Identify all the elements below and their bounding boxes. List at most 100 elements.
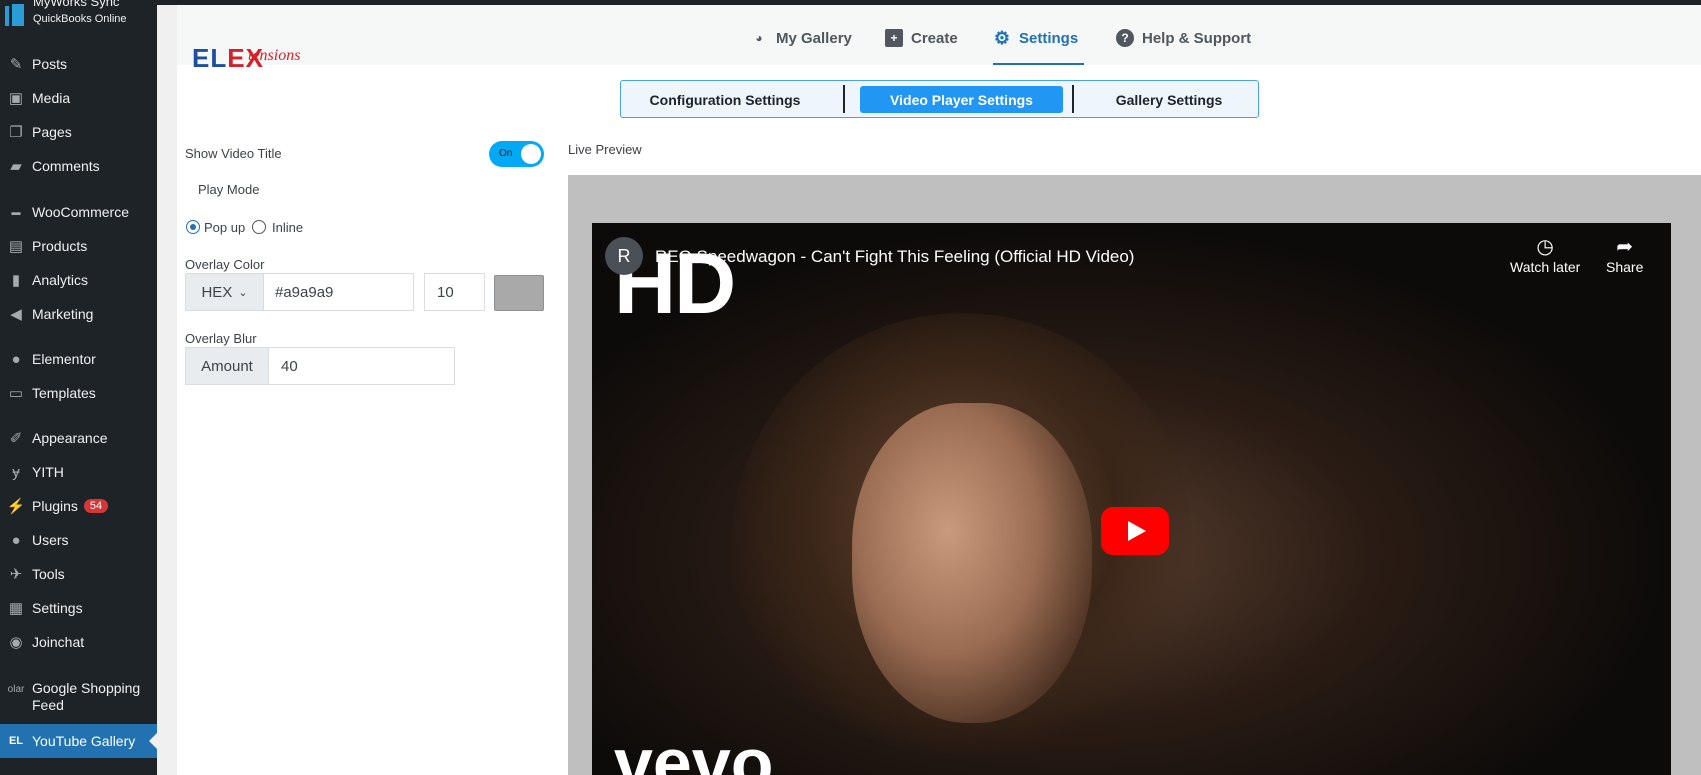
sidebar-item-yith[interactable]: ɏ YITH bbox=[0, 455, 157, 489]
folder-icon: ▭ bbox=[8, 385, 24, 402]
sidebar-item-analytics[interactable]: ▮ Analytics bbox=[0, 263, 157, 297]
sidebar-item-elementor[interactable]: ● Elementor bbox=[0, 342, 157, 376]
nav-create[interactable]: + Create bbox=[885, 29, 958, 47]
whatsapp-icon: ◉ bbox=[9, 634, 23, 651]
nav-help-support[interactable]: ? Help & Support bbox=[1116, 29, 1251, 47]
sidebar-item-templates[interactable]: ▭ Templates bbox=[0, 376, 157, 410]
youtube-video-player[interactable]: HD vevo R REO Speedwagon - Can't Fight T… bbox=[592, 223, 1671, 775]
sidebar-item-label: Comments bbox=[32, 158, 100, 174]
play-mode-popup-radio[interactable] bbox=[186, 220, 200, 234]
elex-icon: EL bbox=[8, 735, 24, 747]
tab-separator bbox=[843, 85, 845, 113]
toggle-on-text: On bbox=[499, 148, 513, 159]
tab-video-player-settings[interactable]: Video Player Settings bbox=[860, 86, 1063, 113]
sidebar-item-media[interactable]: ▣ Media bbox=[0, 81, 157, 115]
sidebar-item-marketing[interactable]: ◀ Marketing bbox=[0, 297, 157, 331]
tab-configuration-settings[interactable]: Configuration Settings bbox=[626, 86, 824, 113]
overlay-color-label: Overlay Color bbox=[185, 257, 265, 272]
plugin-header: ELEX tensions ◕ My Gallery + Create ⚙ Se… bbox=[177, 5, 1701, 73]
blur-amount-input[interactable]: 40 bbox=[268, 347, 455, 385]
sidebar-item-label: Media bbox=[32, 90, 71, 106]
myworks-logo-icon-bar bbox=[12, 4, 24, 26]
nav-active-underline bbox=[993, 63, 1084, 65]
channel-avatar[interactable]: R bbox=[605, 237, 643, 275]
sidebar-item-label: WooCommerce bbox=[32, 204, 129, 220]
pin-icon: ✎ bbox=[9, 56, 23, 73]
settings-tabs: Configuration Settings Video Player Sett… bbox=[620, 80, 1259, 118]
share-button[interactable]: ➦ Share bbox=[1606, 235, 1643, 275]
share-label: Share bbox=[1606, 259, 1644, 275]
share-arrow-icon: ➦ bbox=[1616, 236, 1634, 258]
toggle-knob bbox=[521, 144, 541, 164]
yith-icon: ɏ bbox=[12, 463, 20, 481]
sidebar-item-tools[interactable]: ✈ Tools bbox=[0, 557, 157, 591]
bar-chart-icon: ▮ bbox=[11, 272, 21, 289]
myworks-logo-icon bbox=[5, 6, 9, 26]
color-format-select[interactable]: HEX ⌄ bbox=[185, 273, 264, 311]
admin-sidebar: MyWorks Sync QuickBooks Online ✎ Posts ▣… bbox=[0, 0, 157, 775]
sidebar-item-google-shopping-feed[interactable]: olar Google Shopping Feed bbox=[0, 680, 157, 720]
nav-help-label: Help & Support bbox=[1142, 29, 1252, 47]
sidebar-item-posts[interactable]: ✎ Posts bbox=[0, 47, 157, 81]
overlay-opacity-input[interactable]: 10 bbox=[424, 273, 485, 311]
sidebar-item-woocommerce[interactable]: ▬ WooCommerce bbox=[0, 195, 157, 229]
woo-icon: ▬ bbox=[11, 207, 21, 217]
comment-icon: ▰ bbox=[10, 158, 22, 175]
nav-my-gallery[interactable]: ◕ My Gallery bbox=[750, 29, 852, 47]
sidebar-item-youtube-gallery[interactable]: EL YouTube Gallery bbox=[0, 724, 157, 758]
vevo-watermark: vevo bbox=[614, 724, 774, 775]
plugins-update-badge: 54 bbox=[83, 499, 109, 513]
products-icon: ▤ bbox=[8, 238, 24, 255]
sidebar-item-label: YITH bbox=[32, 464, 64, 480]
sidebar-item-appearance[interactable]: ✐ Appearance bbox=[0, 421, 157, 455]
olar-icon: olar bbox=[7, 684, 25, 695]
media-icon: ▣ bbox=[8, 90, 24, 107]
watch-later-button[interactable]: ◷ Watch later bbox=[1510, 235, 1580, 275]
sidebar-item-pages[interactable]: ❐ Pages bbox=[0, 115, 157, 149]
sidebar-myworks-header[interactable]: MyWorks Sync QuickBooks Online bbox=[0, 0, 157, 34]
user-icon: ● bbox=[11, 531, 21, 549]
sidebar-item-label: Users bbox=[32, 532, 69, 548]
logo-tensions-text: tensions bbox=[248, 47, 301, 64]
inline-label: Inline bbox=[272, 220, 304, 235]
color-format-value: HEX bbox=[201, 283, 233, 301]
sidebar-item-comments[interactable]: ▰ Comments bbox=[0, 149, 157, 183]
clock-icon: ◷ bbox=[1536, 236, 1554, 258]
sidebar-item-label: Templates bbox=[32, 385, 96, 401]
sidebar-item-label: Appearance bbox=[32, 430, 108, 446]
color-swatch[interactable] bbox=[494, 275, 544, 311]
sidebar-item-label: Settings bbox=[32, 600, 83, 616]
plus-icon: + bbox=[885, 29, 903, 47]
megaphone-icon: ◀ bbox=[10, 306, 22, 323]
show-video-title-toggle[interactable]: On bbox=[489, 141, 544, 167]
play-mode-label: Play Mode bbox=[198, 182, 260, 197]
tab-gallery-settings[interactable]: Gallery Settings bbox=[1084, 86, 1254, 113]
color-hex-input[interactable]: #a9a9a9 bbox=[263, 273, 414, 311]
chevron-down-icon: ⌄ bbox=[238, 286, 248, 299]
sidebar-item-joinchat[interactable]: ◉ Joinchat bbox=[0, 625, 157, 659]
sidebar-item-plugins[interactable]: ⚡ Plugins 54 bbox=[0, 489, 157, 523]
sidebar-item-label: Joinchat bbox=[32, 634, 85, 650]
amount-addon: Amount bbox=[185, 347, 269, 385]
logo-el-text: EL bbox=[192, 43, 228, 73]
overlay-blur-label: Overlay Blur bbox=[185, 331, 257, 346]
elextensions-logo: ELEX tensions bbox=[192, 25, 352, 95]
live-preview-label: Live Preview bbox=[568, 142, 642, 157]
youtube-play-button[interactable] bbox=[1101, 507, 1169, 555]
palette-icon: ◕ bbox=[755, 31, 763, 45]
sidebar-item-users[interactable]: ● Users bbox=[0, 523, 157, 557]
video-title-link[interactable]: REO Speedwagon - Can't Fight This Feelin… bbox=[655, 247, 1134, 267]
sidebar-item-label: Google Shopping Feed bbox=[32, 680, 141, 713]
sidebar-item-products[interactable]: ▤ Products bbox=[0, 229, 157, 263]
play-mode-inline-radio[interactable] bbox=[252, 220, 266, 234]
sidebar-item-label: Analytics bbox=[32, 272, 89, 288]
sidebar-item-label: YouTube Gallery bbox=[32, 733, 136, 749]
brush-icon: ✐ bbox=[9, 430, 23, 447]
video-frame-face bbox=[852, 403, 1092, 723]
sidebar-item-label: Products bbox=[32, 238, 88, 254]
help-icon: ? bbox=[1116, 29, 1134, 47]
sidebar-item-label: Marketing bbox=[32, 306, 94, 322]
sidebar-item-settings[interactable]: ▦ Settings bbox=[0, 591, 157, 625]
wrench-icon: ✈ bbox=[9, 566, 23, 583]
nav-settings[interactable]: ⚙ Settings bbox=[993, 29, 1078, 47]
